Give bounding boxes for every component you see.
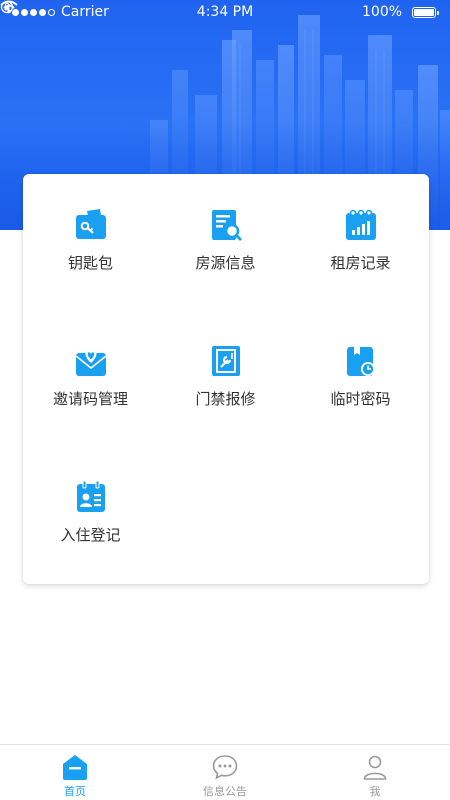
tab-me[interactable]: 我 <box>300 745 450 800</box>
menu-item-invite-code[interactable]: 邀请码管理 <box>23 310 158 420</box>
tab-label: 信息公告 <box>203 785 247 798</box>
battery-percentage: 100% <box>362 4 403 20</box>
menu-item-temp-password[interactable]: 临时密码 <box>293 310 428 420</box>
bottom-tab-bar: 首页 信息公告 我 <box>0 744 450 800</box>
menu-item-label: 门禁报修 <box>195 390 256 408</box>
person-icon <box>363 755 387 780</box>
access-repair-icon <box>211 346 240 376</box>
orientation-lock-icon <box>0 0 14 14</box>
app-screen: Carrier 4:34 PM 100% 钥匙包 房源信息 租房记录 邀请码管理… <box>0 0 450 800</box>
tab-home[interactable]: 首页 <box>0 745 150 800</box>
function-grid-card: 钥匙包 房源信息 租房记录 邀请码管理 门禁报修 临时密码 入住登记 <box>23 174 429 584</box>
battery-icon <box>412 7 439 18</box>
property-search-icon <box>211 210 242 241</box>
tab-label: 首页 <box>64 785 86 798</box>
wallet-icon <box>75 209 106 239</box>
menu-item-label: 邀请码管理 <box>52 390 128 408</box>
menu-item-label: 入住登记 <box>60 526 121 544</box>
status-bar: Carrier 4:34 PM 100% <box>0 0 450 26</box>
menu-item-label: 钥匙包 <box>67 254 113 272</box>
rental-record-icon <box>345 209 376 240</box>
tab-label: 我 <box>369 785 381 798</box>
menu-item-key-wallet[interactable]: 钥匙包 <box>23 174 158 284</box>
tab-announcements[interactable]: 信息公告 <box>150 745 300 800</box>
menu-item-label: 临时密码 <box>330 390 391 408</box>
menu-item-property-info[interactable]: 房源信息 <box>158 174 293 284</box>
menu-item-checkin-register[interactable]: 入住登记 <box>23 446 158 556</box>
home-icon <box>63 755 87 780</box>
invite-code-icon <box>75 349 106 376</box>
menu-item-label: 房源信息 <box>195 254 256 272</box>
menu-item-label: 租房记录 <box>330 254 391 272</box>
temp-password-icon <box>346 347 375 376</box>
checkin-register-icon <box>76 480 105 512</box>
menu-item-access-repair[interactable]: 门禁报修 <box>158 310 293 420</box>
menu-item-rental-records[interactable]: 租房记录 <box>293 174 428 284</box>
chat-bubble-icon <box>212 755 238 780</box>
